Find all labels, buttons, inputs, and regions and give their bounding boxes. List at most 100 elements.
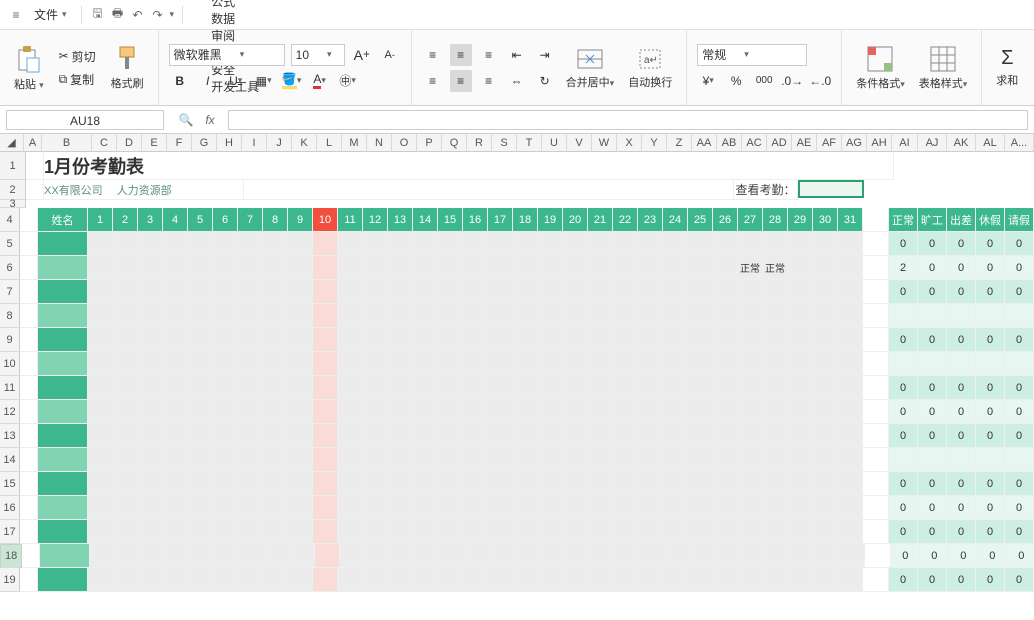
day-cell[interactable] [513,424,538,448]
day-cell[interactable] [288,280,313,304]
day-cell[interactable] [213,472,238,496]
row-header[interactable]: 10 [0,352,20,376]
day-cell[interactable] [488,352,513,376]
summary-cell[interactable]: 0 [889,232,918,256]
day-cell[interactable] [263,376,288,400]
day-cell[interactable] [113,328,138,352]
day-cell[interactable] [638,352,663,376]
day-cell[interactable] [163,232,188,256]
day-cell[interactable] [188,448,213,472]
day-cell[interactable] [613,352,638,376]
row-header[interactable]: 17 [0,520,20,544]
day-cell[interactable] [613,424,638,448]
day-cell[interactable] [538,232,563,256]
day-cell[interactable] [388,424,413,448]
day-cell[interactable] [763,400,788,424]
day-cell[interactable] [115,544,140,568]
summary-cell[interactable]: 0 [947,520,976,544]
save-icon[interactable]: 🖫 [90,7,106,23]
day-cell[interactable] [263,280,288,304]
day-cell[interactable] [663,448,688,472]
align-left-icon[interactable]: ≡ [422,70,444,92]
summary-cell[interactable]: 0 [1005,400,1034,424]
day-cell[interactable] [413,400,438,424]
day-cell[interactable] [738,400,763,424]
day-cell[interactable] [215,544,240,568]
name-cell[interactable] [38,328,88,352]
day-cell[interactable] [838,568,863,592]
day-cell[interactable] [313,352,338,376]
day-cell[interactable] [238,472,263,496]
italic-button[interactable]: I [197,70,219,92]
day-cell[interactable] [338,304,363,328]
day-cell[interactable] [588,232,613,256]
day-cell[interactable] [488,232,513,256]
day-cell[interactable] [438,472,463,496]
day-cell[interactable] [788,352,813,376]
day-cell[interactable] [688,520,713,544]
day-cell[interactable] [138,568,163,592]
day-cell[interactable] [663,400,688,424]
day-cell[interactable] [663,232,688,256]
day-cell[interactable] [313,304,338,328]
day-cell[interactable] [563,472,588,496]
wrap-text-button[interactable]: a↵ 自动换行 [624,44,676,92]
day-cell[interactable] [213,520,238,544]
day-cell[interactable] [188,328,213,352]
day-cell[interactable] [688,472,713,496]
day-cell[interactable] [813,496,838,520]
summary-cell[interactable]: 0 [949,544,978,568]
col-header[interactable]: O [392,134,417,152]
day-cell[interactable] [763,568,788,592]
increase-indent-icon[interactable]: ⇥ [534,44,556,66]
day-cell[interactable] [138,232,163,256]
day-cell[interactable] [363,472,388,496]
day-cell[interactable] [488,256,513,280]
day-cell[interactable] [263,496,288,520]
day-cell[interactable] [563,256,588,280]
day-cell[interactable] [438,352,463,376]
day-cell[interactable] [138,280,163,304]
day-cell[interactable] [615,544,640,568]
day-cell[interactable] [338,520,363,544]
day-cell[interactable] [688,280,713,304]
day-cell[interactable] [813,400,838,424]
day-cell[interactable] [563,376,588,400]
day-cell[interactable] [638,328,663,352]
day-cell[interactable] [638,472,663,496]
day-cell[interactable] [113,472,138,496]
day-cell[interactable] [263,304,288,328]
day-cell[interactable] [413,448,438,472]
summary-cell[interactable]: 0 [976,400,1005,424]
day-cell[interactable] [563,424,588,448]
summary-cell[interactable]: 0 [976,520,1005,544]
col-header[interactable]: W [592,134,617,152]
summary-cell[interactable]: 0 [976,232,1005,256]
day-cell[interactable] [388,232,413,256]
day-cell[interactable] [588,280,613,304]
day-cell[interactable] [113,280,138,304]
day-cell[interactable] [513,568,538,592]
day-cell[interactable] [313,232,338,256]
col-header[interactable]: E [142,134,167,152]
decrease-indent-icon[interactable]: ⇤ [506,44,528,66]
col-header[interactable]: AJ [918,134,947,152]
day-cell[interactable] [313,328,338,352]
table-style-button[interactable]: 表格样式▾ [915,43,972,93]
day-cell[interactable] [463,568,488,592]
currency-icon[interactable]: ¥▾ [697,70,719,92]
day-cell[interactable] [588,424,613,448]
row-header[interactable]: 7 [0,280,20,304]
col-header[interactable]: AD [767,134,792,152]
day-cell[interactable] [438,328,463,352]
name-cell[interactable] [38,496,88,520]
orientation-icon[interactable]: ↻ [534,70,556,92]
day-cell[interactable] [588,352,613,376]
redo-icon[interactable]: ↷ [150,7,166,23]
day-cell[interactable] [363,520,388,544]
day-cell[interactable] [788,280,813,304]
cut-button[interactable]: ✂剪切 [54,47,101,66]
day-cell[interactable] [788,496,813,520]
day-cell[interactable] [315,544,340,568]
day-cell[interactable] [213,304,238,328]
